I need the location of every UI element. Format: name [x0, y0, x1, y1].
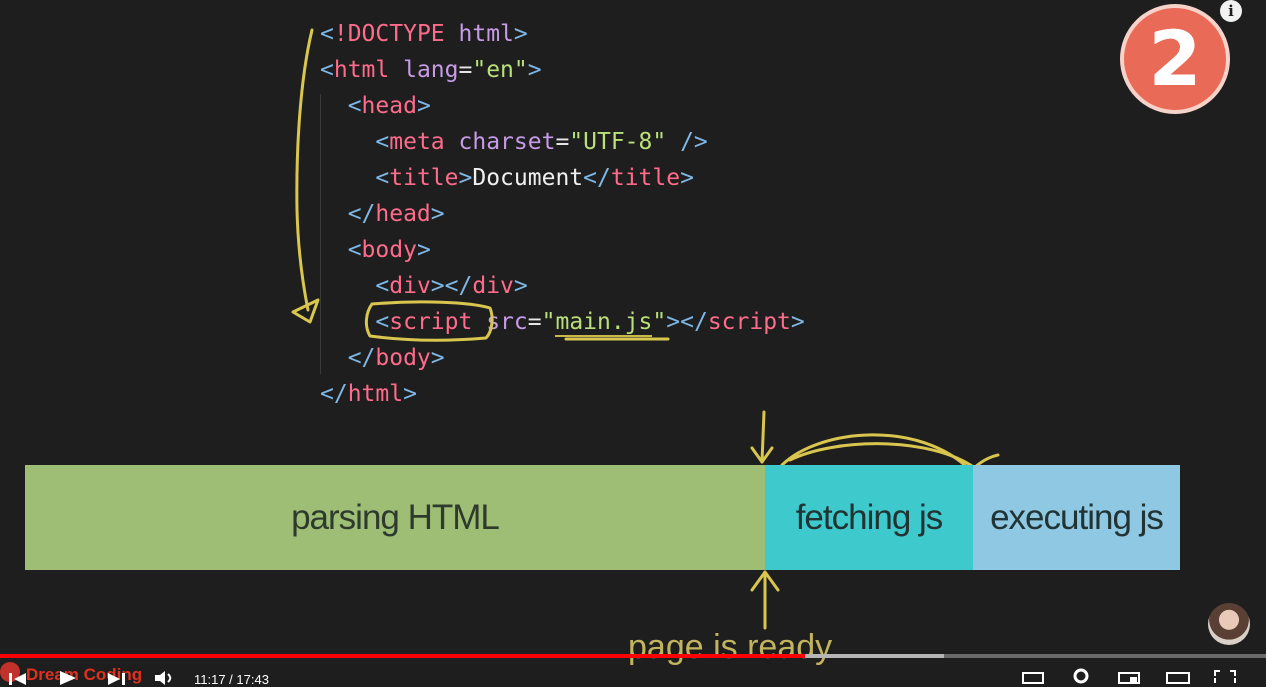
down-arrow: [760, 410, 766, 464]
progress-bar[interactable]: [0, 654, 1266, 658]
theater-mode-icon[interactable]: [1166, 672, 1190, 684]
parsing-html-bar: parsing HTML: [25, 465, 765, 570]
fetching-js-bar: fetching js: [765, 465, 973, 570]
script-circle: [364, 300, 494, 342]
chapter-number: 2: [1148, 14, 1202, 103]
chapter-badge: 2: [1120, 4, 1230, 114]
info-icon[interactable]: i: [1220, 0, 1242, 22]
chapters-icon[interactable]: [1022, 672, 1044, 684]
presenter-avatar: [1208, 603, 1250, 645]
fullscreen-icon[interactable]: [1214, 670, 1236, 684]
parsing-html-label: parsing HTML: [291, 497, 500, 537]
time-display: 11:17 / 17:43: [194, 672, 269, 687]
annotation-layer: [291, 28, 1086, 630]
fetching-js-label: fetching js: [795, 497, 944, 537]
miniplayer-icon[interactable]: [1118, 672, 1140, 684]
executing-js-label: executing js: [990, 497, 1164, 537]
progress-played: [0, 654, 806, 658]
settings-gear-icon[interactable]: [1070, 668, 1092, 684]
flow-arrow-line: [295, 28, 314, 312]
player-controls: Dream Coding 11:17 / 17:43: [0, 660, 1266, 687]
executing-js-bar: executing js: [973, 465, 1180, 570]
video-frame[interactable]: <!DOCTYPE html> <html lang="en"> <head> <…: [0, 0, 1266, 687]
